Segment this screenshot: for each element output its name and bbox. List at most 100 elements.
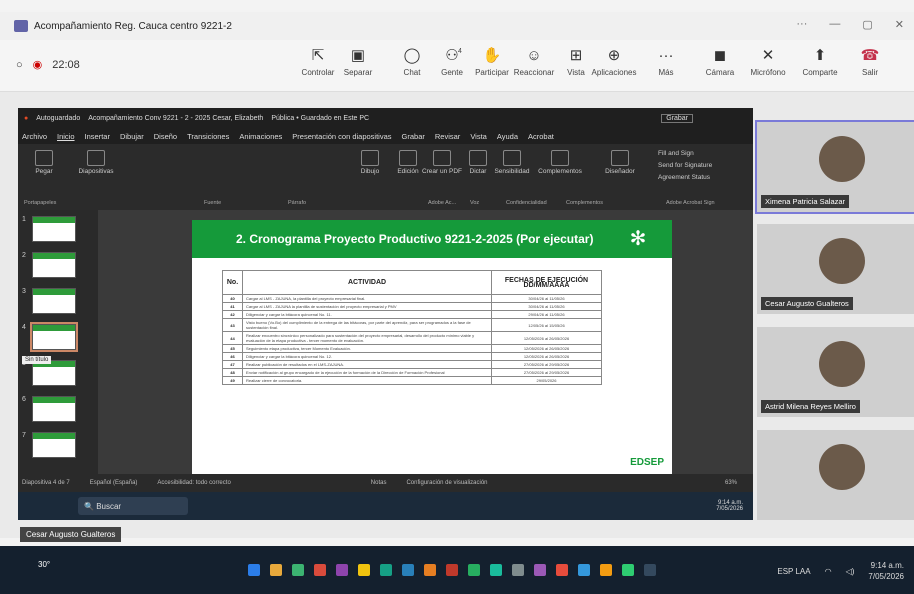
slide-thumbnail[interactable] bbox=[32, 432, 76, 458]
minimize-button[interactable]: — bbox=[829, 18, 840, 31]
participant-tile[interactable]: Ximena Patricia Salazar bbox=[755, 120, 914, 214]
taskbar-app-icon[interactable] bbox=[644, 564, 656, 576]
taskbar-app-icon[interactable] bbox=[292, 564, 304, 576]
shield-icon: ○ bbox=[16, 58, 23, 71]
taskbar-app-icon[interactable] bbox=[270, 564, 282, 576]
tab-transiciones[interactable]: Transiciones bbox=[187, 132, 229, 141]
acrobat-fill-and-sign-button[interactable]: Fill and Sign bbox=[658, 150, 694, 157]
tab-inicio[interactable]: Inicio bbox=[57, 132, 75, 141]
share-icon: ⬆ bbox=[813, 47, 827, 64]
table-row: 41 Cargar al LMS - ZAJUNA la plantilla de… bbox=[222, 302, 602, 311]
taskbar-app-icon[interactable] bbox=[336, 564, 348, 576]
ribbon-sensibilidad-button[interactable]: Sensibilidad bbox=[490, 150, 534, 175]
tab-diseño[interactable]: Diseño bbox=[154, 132, 177, 141]
micrófono-button[interactable]: ✕ Micrófono bbox=[746, 46, 790, 77]
tab-archivo[interactable]: Archivo bbox=[22, 132, 47, 141]
aplicaciones-button[interactable]: ⊕ Aplicaciones bbox=[592, 46, 637, 77]
sena-logo: ✻ bbox=[629, 228, 647, 250]
record-button[interactable]: Grabar bbox=[661, 113, 693, 123]
row-dates: 12/05/2026 al 26/05/2026 bbox=[491, 331, 602, 345]
taskbar-app-icon[interactable] bbox=[358, 564, 370, 576]
view-label: Vista bbox=[567, 68, 585, 77]
taskbar-app-icon[interactable] bbox=[446, 564, 458, 576]
ribbon-pegar-button[interactable]: Pegar bbox=[22, 150, 66, 175]
salir-button[interactable]: ☎ Salir bbox=[848, 46, 892, 77]
tab-grabar[interactable]: Grabar bbox=[402, 132, 425, 141]
ribbon-section-label: Complementos bbox=[566, 200, 603, 206]
taskbar-app-icon[interactable] bbox=[248, 564, 260, 576]
slide-thumbnail[interactable] bbox=[32, 252, 76, 278]
acrobat-send-for-signature-button[interactable]: Send for Signature bbox=[658, 162, 712, 169]
volume-icon[interactable]: ◁) bbox=[846, 567, 855, 576]
tooltip: Sin título bbox=[22, 356, 52, 364]
taskbar-app-icon[interactable] bbox=[380, 564, 392, 576]
row-number: 42 bbox=[222, 310, 243, 319]
participant-tile[interactable] bbox=[757, 430, 914, 520]
acrobat-agreement-status-button[interactable]: Agreement Status bbox=[658, 174, 710, 181]
participar-button[interactable]: ✋ Participar bbox=[470, 46, 514, 77]
reaccionar-button[interactable]: ☺ Reaccionar bbox=[512, 46, 556, 77]
tab-animaciones[interactable]: Animaciones bbox=[239, 132, 282, 141]
participant-tile[interactable]: Cesar Augusto Gualteros bbox=[757, 224, 914, 314]
taskbar-app-icon[interactable] bbox=[512, 564, 524, 576]
raise-hand-label: Participar bbox=[475, 68, 509, 77]
taskbar-app-icon[interactable] bbox=[556, 564, 568, 576]
table-row: 46 Diligenciar y cargar la bitácora quinc… bbox=[222, 352, 602, 361]
tab-dibujar[interactable]: Dibujar bbox=[120, 132, 144, 141]
separar-button[interactable]: ▣ Separar bbox=[336, 46, 380, 77]
ribbon-complementos-button[interactable]: Complementos bbox=[538, 150, 582, 175]
taskbar-app-icon[interactable] bbox=[578, 564, 590, 576]
tab-ayuda[interactable]: Ayuda bbox=[497, 132, 518, 141]
maximize-button[interactable]: ▢ bbox=[862, 18, 872, 31]
taskbar-app-icon[interactable] bbox=[490, 564, 502, 576]
weather-widget[interactable]: 30° bbox=[38, 560, 50, 569]
tab-revisar[interactable]: Revisar bbox=[435, 132, 460, 141]
slide-thumbnail[interactable] bbox=[30, 322, 78, 352]
slide-thumbnail[interactable] bbox=[32, 396, 76, 422]
close-button[interactable]: ✕ bbox=[895, 18, 904, 31]
camera-label: Cámara bbox=[705, 68, 735, 77]
taskbar-app-icon[interactable] bbox=[468, 564, 480, 576]
window-title: Acompañamiento Reg. Cauca centro 9221-2 bbox=[34, 20, 232, 32]
tab-acrobat[interactable]: Acrobat bbox=[528, 132, 554, 141]
ribbon-button-label: Pegar bbox=[35, 168, 53, 175]
taskbar-clock[interactable]: 9:14 a.m. 7/05/2026 bbox=[868, 560, 904, 582]
notes-button[interactable]: Notas bbox=[371, 480, 387, 486]
taskbar-app-icon[interactable] bbox=[600, 564, 612, 576]
language-status[interactable]: Español (España) bbox=[90, 480, 138, 486]
view-settings-button[interactable]: Configuración de visualización bbox=[406, 480, 487, 486]
tab-insertar[interactable]: Insertar bbox=[85, 132, 110, 141]
ribbon-diapositivas-button[interactable]: Diapositivas bbox=[74, 150, 118, 175]
taskbar-app-icon[interactable] bbox=[314, 564, 326, 576]
controlar-button[interactable]: ⇱ Controlar bbox=[296, 46, 340, 77]
slide-thumbnail[interactable] bbox=[32, 216, 76, 242]
ribbon-edición-icon bbox=[399, 150, 417, 166]
participant-tile[interactable]: Astrid Milena Reyes Melliro bbox=[757, 327, 914, 417]
cámara-button[interactable]: ◼ Cámara bbox=[698, 46, 742, 77]
shared-search-box[interactable]: 🔍 Buscar bbox=[78, 497, 188, 515]
taskbar-app-icon[interactable] bbox=[534, 564, 546, 576]
chat-button[interactable]: ◯ Chat bbox=[390, 46, 434, 77]
autosave-label[interactable]: Autoguardado bbox=[36, 115, 80, 122]
more-options-button[interactable]: ··· bbox=[796, 18, 807, 31]
comparte-button[interactable]: ⬆ Comparte bbox=[798, 46, 842, 77]
table-row: 42 Diligenciar y cargar la bitácora quinc… bbox=[222, 310, 602, 319]
wifi-icon[interactable]: ◠ bbox=[825, 567, 832, 576]
más-button[interactable]: ··· Más bbox=[644, 46, 688, 77]
tab-presentación-con-diapositivas[interactable]: Presentación con diapositivas bbox=[292, 132, 391, 141]
accessibility-status[interactable]: Accesibilidad: todo correcto bbox=[157, 480, 230, 486]
zoom-level[interactable]: 63% bbox=[725, 480, 737, 486]
taskbar-app-icon[interactable] bbox=[402, 564, 414, 576]
gente-button[interactable]: ⚇ 4 Gente bbox=[430, 46, 474, 77]
header-dates: FECHAS DE EJECUCIÓN DD/MM/AAAA bbox=[491, 270, 602, 295]
tab-vista[interactable]: Vista bbox=[470, 132, 487, 141]
participant-panel: Ximena Patricia Salazar Cesar Augusto Gua… bbox=[755, 120, 914, 522]
ribbon-diseñador-button[interactable]: Diseñador bbox=[598, 150, 642, 175]
taskbar-language[interactable]: ESP LAA bbox=[777, 567, 810, 576]
row-activity: Diligenciar y cargar la bitácora quincen… bbox=[242, 310, 492, 319]
taskbar-app-icon[interactable] bbox=[424, 564, 436, 576]
slide-thumbnail[interactable] bbox=[32, 288, 76, 314]
apps-icon: ⊕ bbox=[607, 47, 621, 64]
table-row: 48 Enviar notificación al grupo encargado… bbox=[222, 368, 602, 377]
taskbar-app-icon[interactable] bbox=[622, 564, 634, 576]
